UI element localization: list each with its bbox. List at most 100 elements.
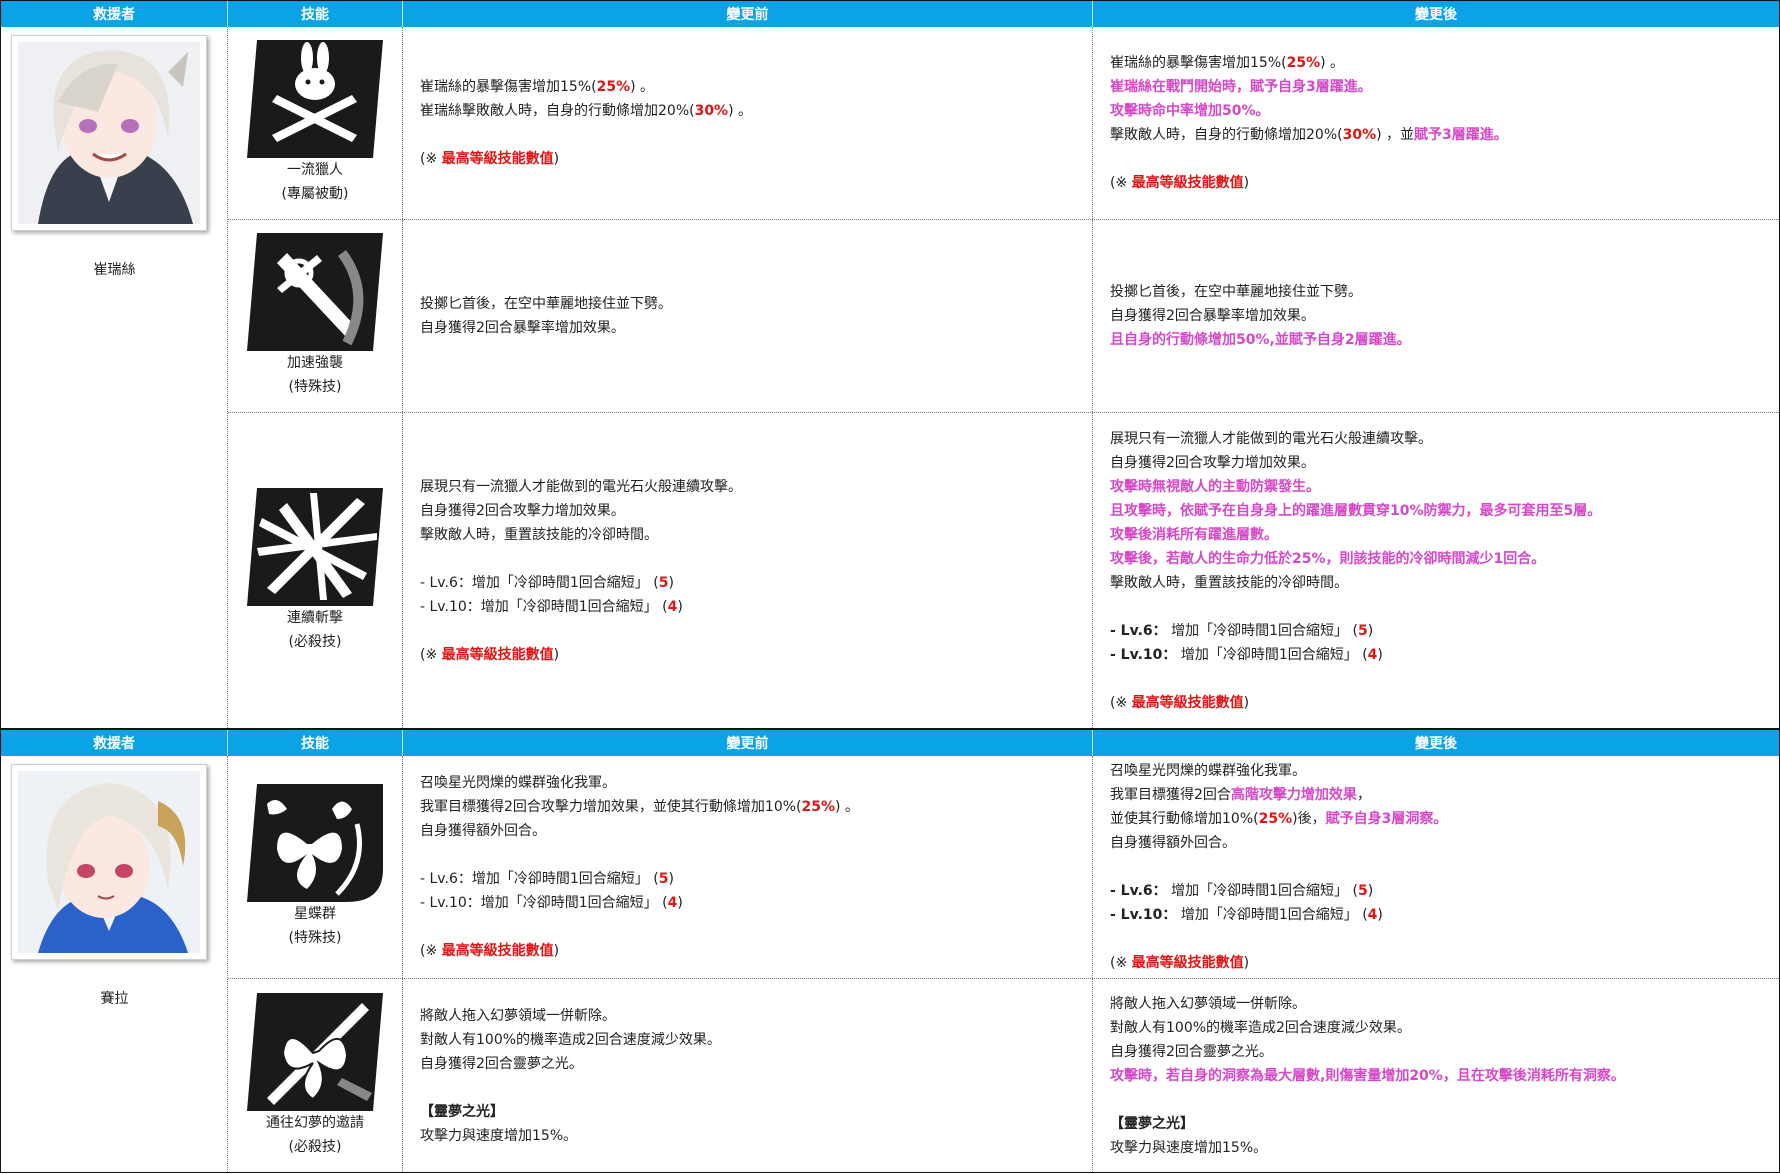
avatar bbox=[11, 764, 207, 960]
skill-type: (必殺技) bbox=[288, 1138, 342, 1155]
rescuer-name: 賽拉 bbox=[100, 991, 129, 1007]
character-portrait-image bbox=[18, 771, 200, 953]
desc-text: ) 。 bbox=[1320, 55, 1345, 71]
desc-line bbox=[420, 619, 742, 643]
desc-line bbox=[420, 1076, 721, 1100]
desc-line: 且攻擊時，依賦予在自身身上的躍進層數貫穿10%防禦力，最多可套用至5層。 bbox=[1110, 499, 1601, 523]
character-block-trace: 救援者 技能 變更前 變更後 崔瑞絲 一流獵人 (專屬被動) 崔瑞絲的暴擊傷害增… bbox=[1, 1, 1779, 728]
desc-line: 崔瑞絲擊敗敵人時，自身的行動條增加20%(30%) 。 bbox=[420, 99, 752, 123]
desc-after: 展現只有一流獵人才能做到的電光石火般連續攻擊。自身獲得2回合攻擊力增加效果。攻擊… bbox=[1093, 413, 1779, 728]
desc-text: 自身獲得2回合暴擊率增加效果。 bbox=[1110, 308, 1315, 324]
desc-text: (※ bbox=[420, 646, 442, 663]
desc-text: 我軍目標獲得2回合 bbox=[1110, 787, 1231, 803]
desc-text: 擊敗敵人時，重置該技能的冷卻時間。 bbox=[420, 526, 658, 543]
desc-line: 並使其行動條增加10%(25%)後，賦予自身3層洞察。 bbox=[1110, 807, 1447, 831]
desc-line: 攻擊後，若敵人的生命力低於25%，則該技能的冷卻時間減少1回合。 bbox=[1110, 547, 1601, 571]
desc-line: 崔瑞絲的暴擊傷害增加15%(25%) 。 bbox=[1110, 51, 1508, 75]
skill-cell: 星蝶群 (特殊技) bbox=[228, 756, 403, 978]
header-after: 變更後 bbox=[1415, 7, 1457, 23]
desc-line: (※ 最高等級技能數值) bbox=[1110, 691, 1601, 715]
desc-text: 投擲匕首後，在空中華麗地接住並下劈。 bbox=[420, 296, 672, 312]
skill-name: 星蝶群 bbox=[294, 906, 336, 922]
desc-text: 【靈夢之光】 bbox=[420, 1103, 504, 1120]
desc-line: 展現只有一流獵人才能做到的電光石火般連續攻擊。 bbox=[1110, 427, 1601, 451]
desc-text: ) bbox=[553, 646, 560, 663]
desc-line: (※ 最高等級技能數值) bbox=[420, 147, 752, 171]
desc-text: 崔瑞絲的暴擊傷害增加15%( bbox=[1110, 55, 1287, 71]
desc-text: 投擲匕首後，在空中華麗地接住並下劈。 bbox=[1110, 284, 1362, 300]
desc-text: - Lv.6： bbox=[1110, 883, 1167, 899]
desc-line: 攻擊力與速度增加15%。 bbox=[420, 1124, 721, 1148]
skill-row: 通往幻夢的邀請 (必殺技) 將敵人拖入幻夢領域一併斬除。 對敵人有100%的機率造… bbox=[228, 979, 1779, 1172]
desc-text: 我軍目標獲得2回合攻擊力增加效果，並使其行動條增加10%( bbox=[420, 799, 802, 815]
dream-butterfly-blade-icon bbox=[247, 992, 383, 1111]
desc-text: 自身獲得額外回合。 bbox=[420, 823, 546, 839]
desc-line: 投擲匕首後，在空中華麗地接住並下劈。 bbox=[420, 292, 672, 316]
slash-flurry-icon bbox=[247, 487, 383, 606]
desc-line bbox=[420, 547, 742, 571]
desc-text: 且自身的行動條增加50%,並賦予自身2層躍進。 bbox=[1110, 332, 1411, 348]
desc-text: (※ bbox=[420, 943, 442, 959]
desc-text: 自身獲得2回合靈夢之光。 bbox=[1110, 1043, 1273, 1060]
desc-text: (※ bbox=[420, 151, 442, 167]
desc-line bbox=[420, 843, 859, 867]
desc-text: 攻擊力與速度增加15%。 bbox=[420, 1127, 578, 1144]
desc-text: (※ bbox=[1110, 175, 1132, 191]
desc-text: 5 bbox=[1357, 883, 1368, 899]
desc-line: - Lv.10： 增加「冷卻時間1回合縮短」 (4) bbox=[1110, 643, 1601, 667]
header-rescuer: 救援者 bbox=[1, 1, 228, 27]
desc-line: 【靈夢之光】 bbox=[420, 1100, 721, 1124]
desc-text: 展現只有一流獵人才能做到的電光石火般連續攻擊。 bbox=[420, 478, 742, 495]
desc-after: 將敵人拖入幻夢領域一併斬除。 對敵人有100%的機率造成2回合速度減少效果。 自身獲… bbox=[1093, 979, 1779, 1172]
desc-text: ) bbox=[1377, 907, 1383, 923]
desc-text: 25% bbox=[801, 799, 836, 815]
desc-text: ) bbox=[677, 598, 683, 615]
desc-text: 並使其行動條增加10%( bbox=[1110, 811, 1259, 827]
desc-text: 最高等級技能數值 bbox=[1131, 175, 1244, 191]
character-block-sera: 救援者 技能 變更前 變更後 賽拉 星蝶群 (特殊技) 召喚星光閃爍的蝶群強化我… bbox=[1, 728, 1779, 1174]
desc-text: - Lv.10： bbox=[1110, 646, 1177, 663]
desc-before: 崔瑞絲的暴擊傷害增加15%(25%) 。崔瑞絲擊敗敵人時，自身的行動條增加20%… bbox=[403, 27, 1093, 219]
skill-name: 加速強襲 bbox=[287, 355, 343, 371]
skill-type: (特殊技) bbox=[288, 379, 342, 395]
desc-text: )後， bbox=[1292, 811, 1326, 827]
desc-text: ) bbox=[677, 895, 683, 911]
desc-text: - Lv.10：增加「冷卻時間1回合縮短」 ( bbox=[420, 895, 668, 911]
desc-line: 擊敗敵人時，重置該技能的冷卻時間。 bbox=[420, 523, 742, 547]
desc-line: 自身獲得2回合暴擊率增加效果。 bbox=[1110, 304, 1411, 328]
desc-text: ) bbox=[1243, 955, 1250, 971]
desc-line: 召喚星光閃爍的蝶群強化我軍。 bbox=[420, 771, 859, 795]
desc-text: 自身獲得2回合攻擊力增加效果。 bbox=[420, 502, 625, 519]
desc-text: 4 bbox=[1367, 646, 1378, 663]
desc-line: - Lv.10：增加「冷卻時間1回合縮短」 (4) bbox=[420, 595, 742, 619]
desc-line: - Lv.10： 增加「冷卻時間1回合縮短」 (4) bbox=[1110, 903, 1447, 927]
desc-text: 擊敗敵人時，重置該技能的冷卻時間。 bbox=[1110, 574, 1348, 591]
desc-line: 對敵人有100%的機率造成2回合速度減少效果。 bbox=[420, 1028, 721, 1052]
desc-text: - Lv.6：增加「冷卻時間1回合縮短」 ( bbox=[420, 574, 659, 591]
skill-cell: 加速強襲 (特殊技) bbox=[228, 220, 403, 412]
desc-line: (※ 最高等級技能數值) bbox=[420, 939, 859, 963]
desc-text: ) 。 bbox=[835, 799, 859, 815]
desc-text: ) bbox=[1377, 646, 1383, 663]
desc-line: - Lv.6： 增加「冷卻時間1回合縮短」 (5) bbox=[1110, 619, 1601, 643]
desc-text: ) bbox=[668, 871, 674, 887]
desc-line: 自身獲得2回合靈夢之光。 bbox=[1110, 1040, 1625, 1064]
rescuer-cell: 崔瑞絲 bbox=[1, 27, 228, 728]
character-portrait-image bbox=[18, 42, 200, 224]
desc-line: 自身獲得2回合攻擊力增加效果。 bbox=[1110, 451, 1601, 475]
desc-text: ) 。 bbox=[630, 79, 655, 95]
avatar bbox=[11, 35, 207, 231]
desc-text: 攻擊力與速度增加15%。 bbox=[1110, 1139, 1268, 1156]
desc-text: 自身獲得2回合攻擊力增加效果。 bbox=[1110, 454, 1315, 471]
skill-type: (特殊技) bbox=[288, 930, 342, 946]
desc-text: 25% bbox=[596, 79, 631, 95]
desc-line: 自身獲得額外回合。 bbox=[420, 819, 859, 843]
table-header: 救援者 技能 變更前 變更後 bbox=[1, 1, 1779, 27]
desc-line: 召喚星光閃爍的蝶群強化我軍。 bbox=[1110, 759, 1447, 783]
desc-before: 展現只有一流獵人才能做到的電光石火般連續攻擊。 自身獲得2回合攻擊力增加效果。擊敗… bbox=[403, 413, 1093, 728]
desc-line: (※ 最高等級技能數值) bbox=[420, 643, 742, 667]
desc-line: 自身獲得2回合暴擊率增加效果。 bbox=[420, 316, 672, 340]
rescuer-cell: 賽拉 bbox=[1, 756, 228, 1172]
desc-text: 崔瑞絲在戰鬥開始時，賦予自身3層躍進。 bbox=[1110, 79, 1372, 95]
skill-row: 星蝶群 (特殊技) 召喚星光閃爍的蝶群強化我軍。我軍目標獲得2回合攻擊力增加效果… bbox=[228, 756, 1779, 979]
